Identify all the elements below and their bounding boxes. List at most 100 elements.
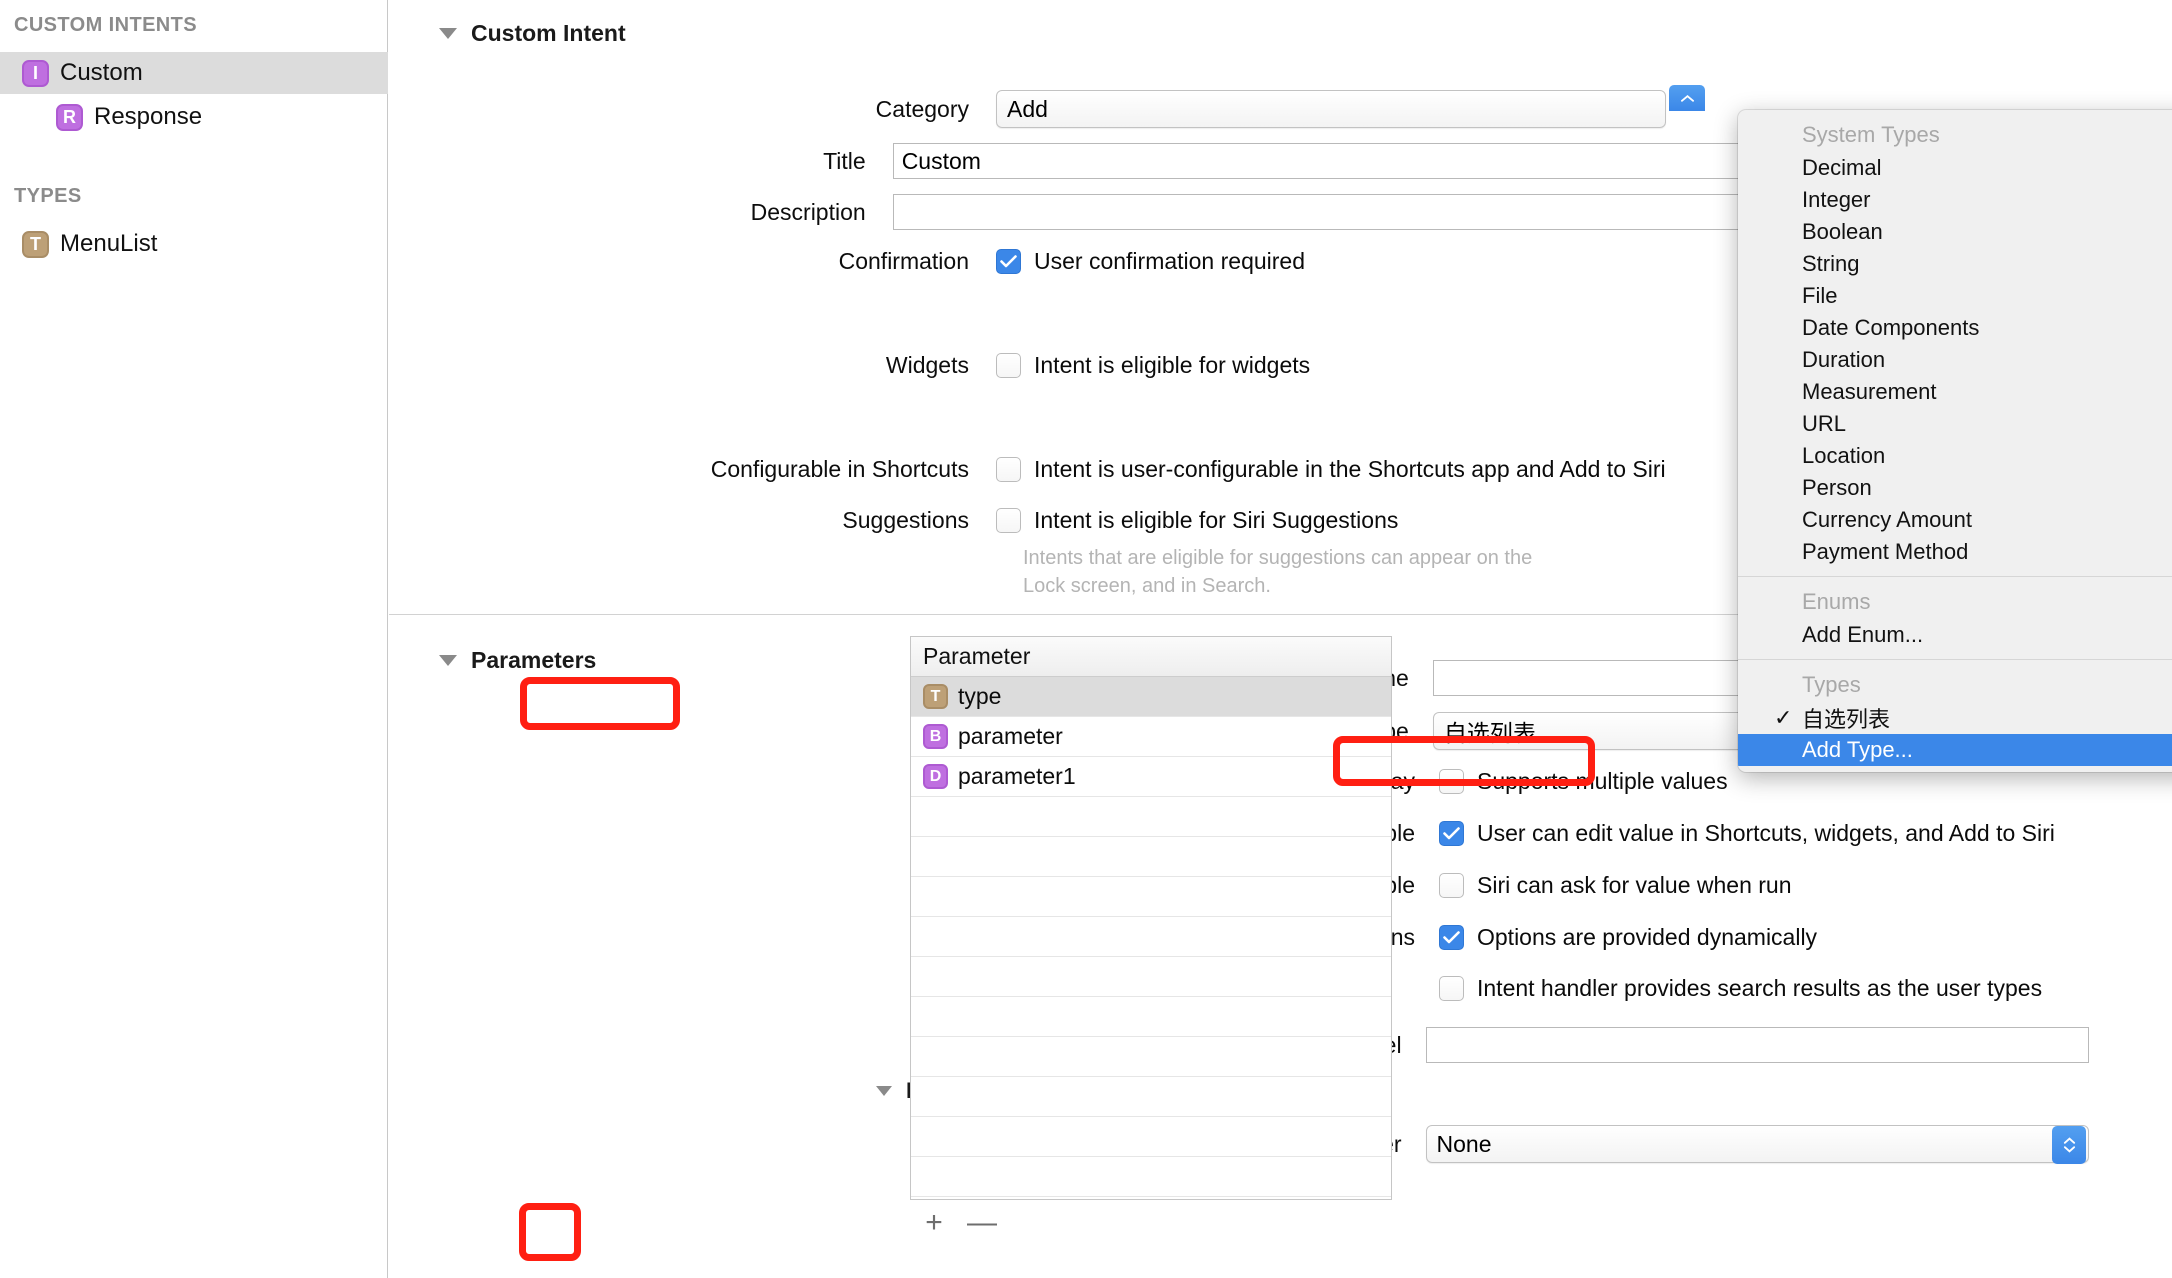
menu-item[interactable]: URL [1738, 408, 2172, 440]
menu-item-label: URL [1802, 411, 1846, 437]
category-popup-button[interactable]: Add [996, 90, 1666, 128]
configurable-shortcuts-checkbox-label: Intent is user-configurable in the Short… [1034, 456, 1666, 483]
resolvable-checkbox-label: Siri can ask for value when run [1477, 872, 1792, 899]
table-row-empty[interactable] [911, 1077, 1391, 1117]
editor-pane: Custom Intent Category Add Title Custom [389, 0, 2172, 1278]
custom-intent-section-header[interactable]: Custom Intent [439, 20, 626, 47]
parameter-type-badge-icon: D [923, 764, 948, 789]
parameter-name: parameter [958, 723, 1063, 750]
array-checkbox[interactable]: Supports multiple values [1439, 768, 1728, 795]
chevron-up-icon [1681, 94, 1694, 103]
table-row[interactable]: Bparameter [911, 717, 1391, 757]
suggestions-checkbox-label: Intent is eligible for Siri Suggestions [1034, 507, 1398, 534]
suggestions-checkbox[interactable]: Intent is eligible for Siri Suggestions [996, 507, 1398, 534]
menu-item[interactable]: Location [1738, 440, 2172, 472]
parameter-name: parameter1 [958, 763, 1076, 790]
search-results-checkbox-label: Intent handler provides search results a… [1477, 975, 2042, 1002]
sidebar-item-menulist[interactable]: T MenuList [0, 223, 388, 265]
checkbox-unchecked-icon [1439, 769, 1464, 794]
menu-item[interactable]: Duration [1738, 344, 2172, 376]
checkbox-checked-icon [996, 249, 1021, 274]
prompt-label-input[interactable] [1426, 1027, 2089, 1063]
menu-item[interactable]: Add Type... [1738, 734, 2172, 766]
menu-item[interactable]: Add Enum... [1738, 619, 2172, 651]
widgets-checkbox[interactable]: Intent is eligible for widgets [996, 352, 1310, 379]
chevron-up-icon [2063, 1136, 2076, 1145]
configurable-shortcuts-label: Configurable in Shortcuts [389, 456, 969, 483]
confirmation-checkbox[interactable]: User confirmation required [996, 248, 1305, 275]
table-row-empty[interactable] [911, 877, 1391, 917]
menu-item-label: Add Enum... [1802, 622, 1923, 648]
table-row-empty[interactable] [911, 997, 1391, 1037]
checkbox-unchecked-icon [1439, 976, 1464, 1001]
menu-item[interactable]: Date Components [1738, 312, 2172, 344]
menu-item-label: Decimal [1802, 155, 1881, 181]
parent-parameter-popup[interactable]: None [1426, 1125, 2089, 1163]
menu-item[interactable]: Person [1738, 472, 2172, 504]
table-row-empty[interactable] [911, 1037, 1391, 1077]
menu-item-label: Currency Amount [1802, 507, 1972, 533]
menu-item-label: String [1802, 251, 1859, 277]
table-row-empty[interactable] [911, 1117, 1391, 1157]
intent-badge-icon: I [22, 60, 49, 87]
parent-parameter-stepper[interactable] [2052, 1126, 2086, 1164]
table-row-empty[interactable] [911, 917, 1391, 957]
sidebar-item-response[interactable]: R Response [0, 96, 388, 138]
disclosure-triangle-icon[interactable] [439, 28, 457, 39]
configurable-checkbox-label: User can edit value in Shortcuts, widget… [1477, 820, 2055, 847]
menu-group-header: Types [1738, 668, 2172, 702]
menu-item[interactable]: Boolean [1738, 216, 2172, 248]
sidebar: CUSTOM INTENTS I Custom R Response TYPES… [0, 0, 388, 1278]
table-row-empty[interactable] [911, 837, 1391, 877]
menu-item-label: Boolean [1802, 219, 1883, 245]
array-checkbox-label: Supports multiple values [1477, 768, 1728, 795]
suggestions-help-line2: Lock screen, and in Search. [1023, 573, 1271, 599]
add-parameter-button[interactable]: + [910, 1200, 958, 1246]
dynamic-options-checkbox[interactable]: Options are provided dynamically [1439, 924, 1817, 951]
table-row-empty[interactable] [911, 797, 1391, 837]
resolvable-checkbox[interactable]: Siri can ask for value when run [1439, 872, 1792, 899]
menu-item[interactable]: Integer [1738, 184, 2172, 216]
section-title: Custom Intent [471, 20, 626, 47]
category-popup-chevron-up[interactable] [1669, 85, 1705, 111]
type-dropdown-menu[interactable]: System Types Decimal Integer Boolean String F… [1738, 110, 2172, 772]
menu-item[interactable]: ✓自选列表 [1738, 702, 2172, 734]
disclosure-triangle-icon[interactable] [876, 1086, 892, 1096]
table-add-remove-bar: + — [910, 1200, 1006, 1246]
checkbox-unchecked-icon [996, 508, 1021, 533]
table-row-empty[interactable] [911, 1157, 1391, 1197]
table-row[interactable]: Dparameter1 [911, 757, 1391, 797]
sidebar-section-header-types: TYPES [0, 185, 82, 208]
menu-item[interactable]: Currency Amount [1738, 504, 2172, 536]
chevron-down-icon [2063, 1145, 2076, 1154]
configurable-shortcuts-checkbox[interactable]: Intent is user-configurable in the Short… [996, 456, 1666, 483]
checkbox-unchecked-icon [996, 353, 1021, 378]
menu-item[interactable]: File [1738, 280, 2172, 312]
checkmark-icon [1443, 931, 1460, 944]
table-body: TtypeBparameterDparameter1 [911, 677, 1391, 1200]
type-value: 自选列表 [1444, 714, 1536, 748]
menu-item[interactable]: Payment Method [1738, 536, 2172, 568]
dynamic-options-checkbox-label: Options are provided dynamically [1477, 924, 1817, 951]
menu-item-label: Location [1802, 443, 1885, 469]
configurable-checkbox[interactable]: User can edit value in Shortcuts, widget… [1439, 820, 2055, 847]
menu-item-label: Payment Method [1802, 539, 1968, 565]
menu-group-header: System Types [1738, 118, 2172, 152]
menu-separator [1738, 576, 2172, 577]
menu-separator [1738, 659, 2172, 660]
checkbox-checked-icon [1439, 925, 1464, 950]
search-results-checkbox[interactable]: Intent handler provides search results a… [1439, 975, 2042, 1002]
menu-item[interactable]: Measurement [1738, 376, 2172, 408]
sidebar-item-label: Custom [60, 59, 143, 87]
widgets-checkbox-label: Intent is eligible for widgets [1034, 352, 1310, 379]
sidebar-item-custom[interactable]: I Custom [0, 52, 388, 94]
table-row[interactable]: Ttype [911, 677, 1391, 717]
checkbox-unchecked-icon [1439, 873, 1464, 898]
remove-parameter-button[interactable]: — [958, 1200, 1006, 1246]
menu-item-label: 自选列表 [1802, 702, 1890, 734]
menu-item[interactable]: Decimal [1738, 152, 2172, 184]
parameters-table[interactable]: Parameter TtypeBparameterDparameter1 [910, 636, 1392, 1200]
menu-item-label: Measurement [1802, 379, 1937, 405]
table-row-empty[interactable] [911, 957, 1391, 997]
menu-item[interactable]: String [1738, 248, 2172, 280]
